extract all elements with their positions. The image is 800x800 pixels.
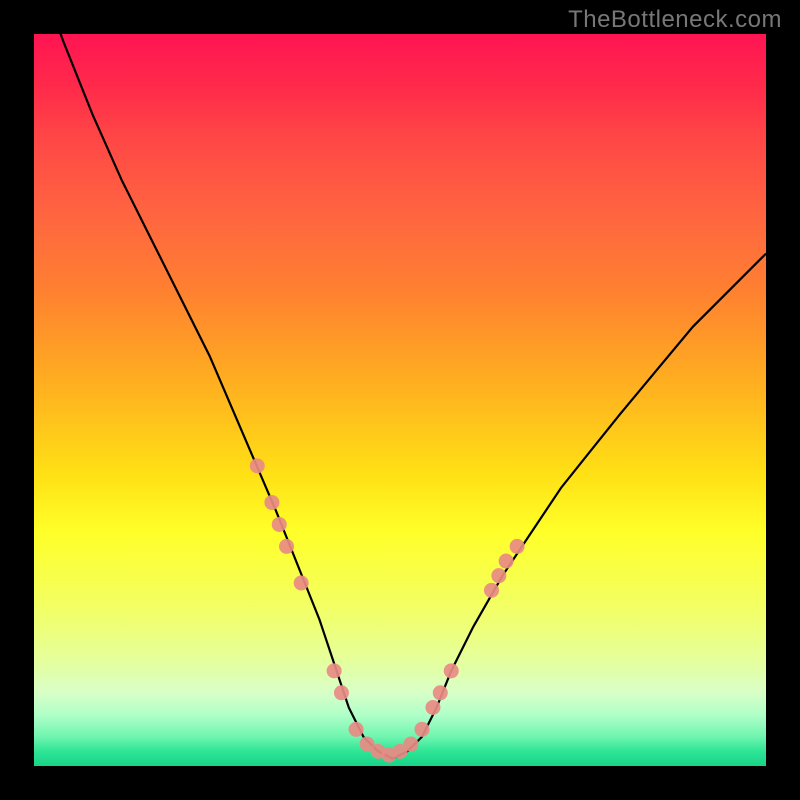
data-marker [250,458,265,473]
data-marker [499,554,514,569]
chart-plot-area [34,34,766,766]
data-marker [425,700,440,715]
data-marker [349,722,364,737]
chart-svg [34,34,766,766]
data-marker [444,663,459,678]
data-marker [294,576,309,591]
data-marker [491,568,506,583]
chart-container: TheBottleneck.com [0,0,800,800]
data-marker [327,663,342,678]
data-marker [334,685,349,700]
data-marker [403,737,418,752]
data-marker [264,495,279,510]
data-marker [414,722,429,737]
data-marker [484,583,499,598]
bottleneck-curve [34,34,766,759]
data-marker [279,539,294,554]
watermark-text: TheBottleneck.com [568,6,782,34]
bottleneck-curve-path [34,34,766,759]
data-marker [510,539,525,554]
data-marker [433,685,448,700]
data-marker [272,517,287,532]
